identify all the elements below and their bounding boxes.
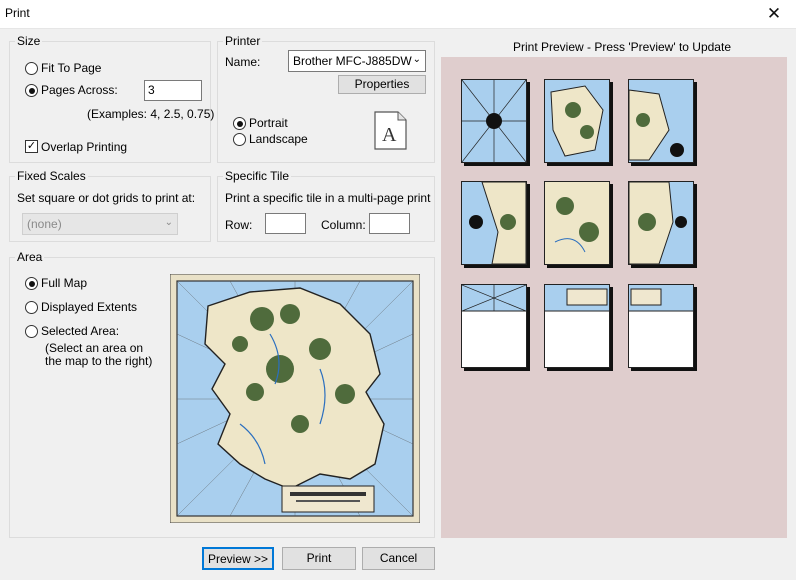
selected-area-radio[interactable] [25, 325, 38, 338]
pages-across-radio[interactable] [25, 84, 38, 97]
printer-legend: Printer [223, 34, 263, 48]
selected-area-label[interactable]: Selected Area: [41, 324, 119, 338]
preview-tile [544, 284, 610, 368]
preview-tile [461, 181, 527, 265]
preview-button[interactable]: Preview >> [202, 547, 274, 570]
fixed-scales-description: Set square or dot grids to print at: [17, 191, 196, 205]
chevron-down-icon: ⌄ [164, 217, 173, 228]
fixed-scales-value: (none) [27, 217, 62, 231]
fixed-scales-select: (none) ⌄ [22, 213, 178, 235]
displayed-extents-radio[interactable] [25, 301, 38, 314]
column-input[interactable] [369, 213, 410, 234]
page-portrait-icon: A [374, 111, 407, 150]
fixed-scales-legend: Fixed Scales [15, 169, 88, 183]
overlap-printing-label[interactable]: Overlap Printing [41, 140, 127, 154]
specific-tile-description: Print a specific tile in a multi-page pr… [225, 191, 431, 205]
portrait-label[interactable]: Portrait [249, 116, 288, 130]
specific-tile-legend: Specific Tile [223, 169, 292, 183]
fit-to-page-label[interactable]: Fit To Page [41, 61, 101, 75]
row-label: Row: [225, 218, 253, 232]
area-legend: Area [15, 250, 45, 264]
chevron-down-icon: ⌄ [412, 54, 421, 65]
overlap-printing-checkbox[interactable]: ✓ [25, 140, 38, 153]
map-thumbnail[interactable] [169, 273, 421, 524]
fit-to-page-radio[interactable] [25, 62, 38, 75]
printer-name-select[interactable]: Brother MFC-J885DW ⌄ [288, 50, 426, 72]
printer-name-value: Brother MFC-J885DW [293, 54, 412, 68]
selected-area-note-2: the map to the right) [45, 354, 153, 368]
preview-tile [628, 284, 694, 368]
printer-name-label: Name: [225, 55, 261, 69]
print-button[interactable]: Print [282, 547, 356, 570]
print-preview-header: Print Preview - Press 'Preview' to Updat… [513, 40, 731, 54]
preview-tile [461, 284, 527, 368]
pages-across-label[interactable]: Pages Across: [41, 83, 118, 97]
size-legend: Size [15, 34, 43, 48]
window-title: Print [5, 6, 30, 20]
full-map-label[interactable]: Full Map [41, 276, 87, 290]
cancel-button[interactable]: Cancel [362, 547, 435, 570]
title-bar: Print ✕ [0, 0, 796, 29]
preview-tile [628, 181, 694, 265]
displayed-extents-label[interactable]: Displayed Extents [41, 300, 137, 314]
svg-text:A: A [382, 124, 397, 146]
column-label: Column: [321, 218, 366, 232]
pages-across-examples: (Examples: 4, 2.5, 0.75) [87, 107, 215, 121]
full-map-radio[interactable] [25, 277, 38, 290]
close-icon[interactable]: ✕ [752, 0, 796, 28]
row-input[interactable] [265, 213, 306, 234]
preview-tile [628, 79, 694, 163]
landscape-label[interactable]: Landscape [249, 132, 308, 146]
landscape-radio[interactable] [233, 133, 246, 146]
preview-tile [544, 79, 610, 163]
preview-tile [461, 79, 527, 163]
portrait-radio[interactable] [233, 117, 246, 130]
preview-button-label: Preview >> [207, 552, 269, 566]
selected-area-note-1: (Select an area on [45, 341, 144, 355]
properties-button[interactable]: Properties [338, 75, 426, 94]
preview-tile [544, 181, 610, 265]
pages-across-input[interactable]: 3 [144, 80, 202, 101]
print-button-label: Print [306, 551, 332, 565]
cancel-button-label: Cancel [379, 551, 418, 565]
print-preview-panel [441, 57, 787, 538]
properties-label: Properties [354, 77, 410, 91]
